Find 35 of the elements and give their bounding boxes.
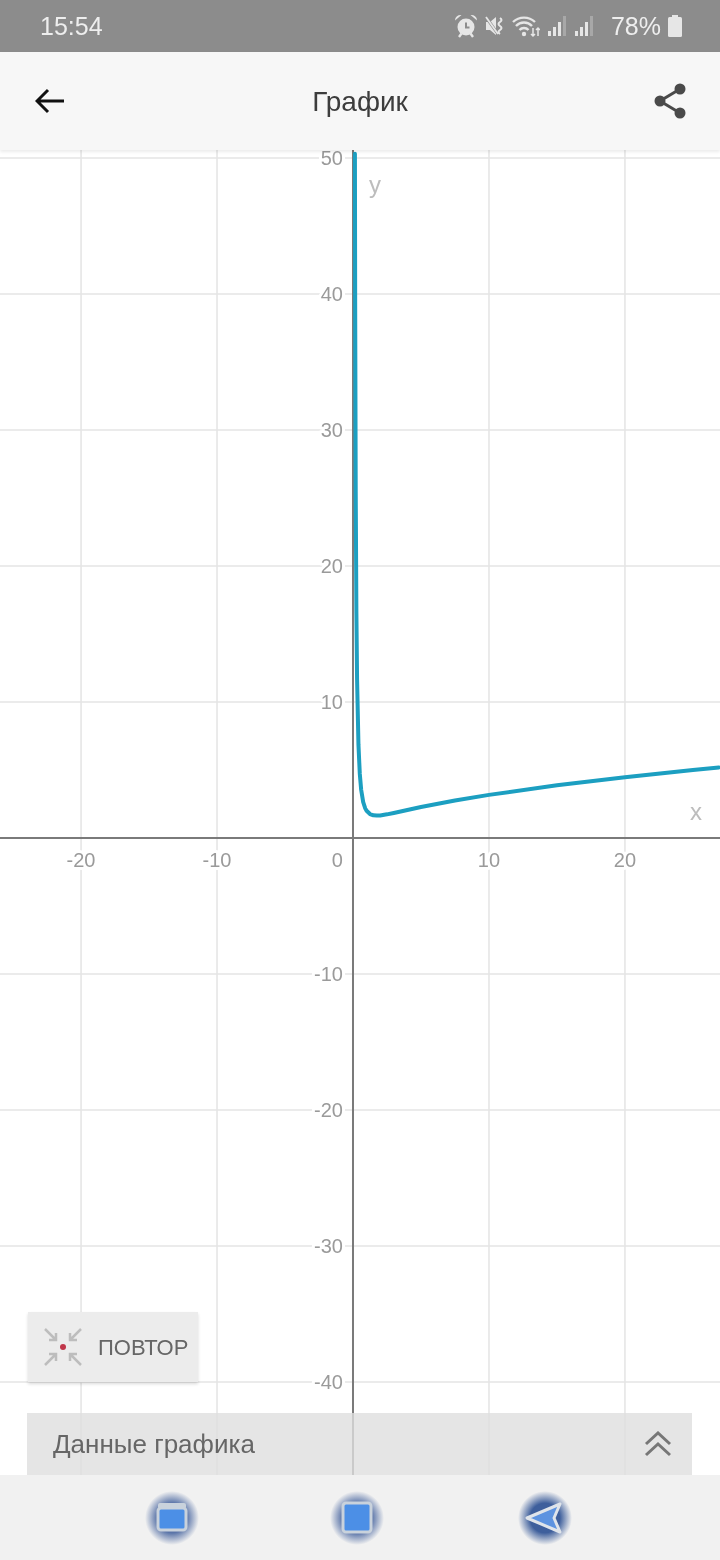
y-tick-label: -20 [314,1099,343,1121]
y-tick-label: 50 [320,150,343,169]
y-tick-label: 40 [320,283,343,305]
chart-data-toggle[interactable]: Данные графика [27,1413,692,1475]
speaker-muted-icon [484,14,505,38]
reset-view-button[interactable]: ПОВТОР [28,1312,198,1382]
alarm-clock-icon [453,14,478,38]
home-icon [329,1489,385,1546]
screen-title: График [311,85,409,119]
back-arrow-icon [35,88,65,114]
share-icon [653,83,687,119]
x-axis-label: x [690,798,702,825]
home-button[interactable] [329,1489,385,1546]
back-nav-button[interactable] [517,1489,573,1546]
battery-percent: 78% [610,13,661,39]
signal-icon [546,15,567,37]
x-tick-label: 10 [477,849,501,871]
collapse-arrows-icon [42,1326,84,1368]
status-time: 15:54 [40,13,103,39]
y-tick-label: -10 [314,963,343,985]
recent-apps-button[interactable] [144,1489,200,1546]
recent-apps-icon [144,1489,200,1546]
y-tick-label: 20 [320,555,343,577]
y-axis-label: y [369,171,381,198]
x-tick-label: 20 [613,849,637,871]
y-tick-label: 30 [320,419,343,441]
x-tick-label: -20 [66,849,96,871]
y-tick-label: 10 [320,691,343,713]
battery-icon [668,15,682,37]
x-tick-label: -10 [202,849,232,871]
origin-label: 0 [331,849,343,871]
signal-icon [573,15,594,37]
wifi-icon [511,14,540,38]
y-tick-label: -30 [314,1235,343,1257]
y-tick-label: -40 [314,1371,343,1393]
